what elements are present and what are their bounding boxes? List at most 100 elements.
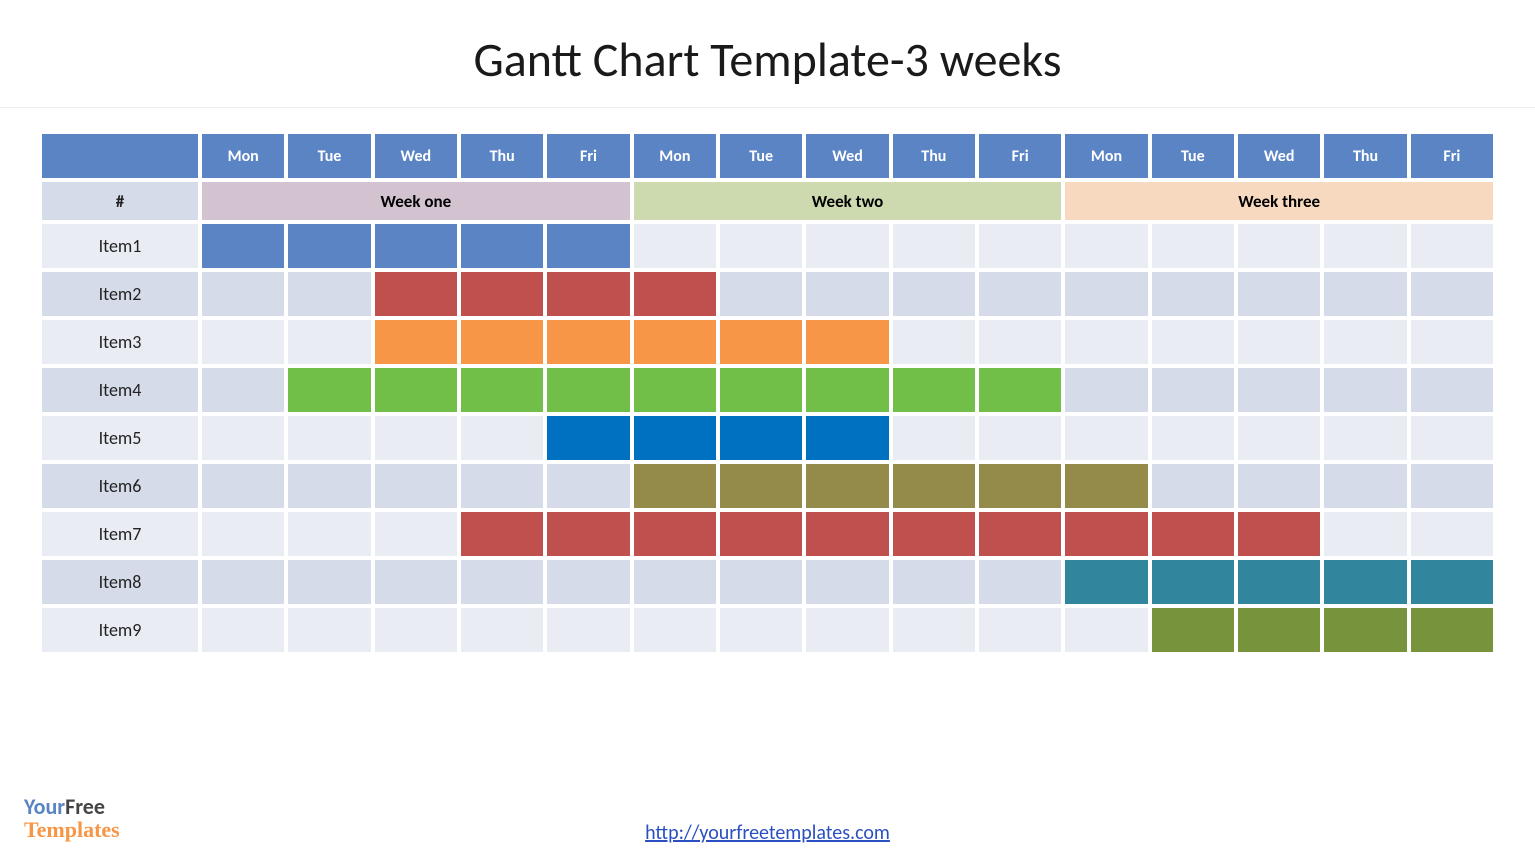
gantt-empty-cell: [200, 462, 286, 510]
week-label: Week one: [200, 180, 632, 222]
gantt-empty-cell: [804, 270, 890, 318]
gantt-bar-cell: [545, 270, 631, 318]
gantt-empty-cell: [1063, 222, 1149, 270]
gantt-bar-cell: [1063, 558, 1149, 606]
gantt-empty-cell: [1063, 606, 1149, 654]
gantt-empty-cell: [200, 606, 286, 654]
item-label: Item1: [40, 222, 200, 270]
gantt-bar-cell: [1063, 462, 1149, 510]
gantt-empty-cell: [891, 558, 977, 606]
gantt-empty-cell: [1063, 414, 1149, 462]
gantt-empty-cell: [286, 318, 372, 366]
day-header: Wed: [1236, 132, 1322, 180]
gantt-empty-cell: [1322, 270, 1408, 318]
gantt-empty-cell: [891, 606, 977, 654]
gantt-empty-cell: [1409, 270, 1495, 318]
gantt-empty-cell: [1236, 222, 1322, 270]
item-label: Item9: [40, 606, 200, 654]
gantt-empty-cell: [1409, 414, 1495, 462]
gantt-bar-cell: [891, 462, 977, 510]
gantt-empty-cell: [1150, 270, 1236, 318]
gantt-empty-cell: [718, 558, 804, 606]
header-blank: [40, 132, 200, 180]
gantt-empty-cell: [1322, 462, 1408, 510]
gantt-empty-cell: [1150, 414, 1236, 462]
item-label: Item7: [40, 510, 200, 558]
gantt-bar-cell: [459, 222, 545, 270]
gantt-bar-cell: [804, 462, 890, 510]
gantt-empty-cell: [286, 462, 372, 510]
gantt-bar-cell: [1236, 558, 1322, 606]
gantt-bar-cell: [804, 414, 890, 462]
logo-word-free: Free: [65, 793, 105, 820]
gantt-bar-cell: [632, 270, 718, 318]
gantt-bar-cell: [459, 366, 545, 414]
day-header: Mon: [200, 132, 286, 180]
gantt-empty-cell: [373, 606, 459, 654]
week-label: Week three: [1063, 180, 1495, 222]
gantt-empty-cell: [891, 222, 977, 270]
gantt-bar-cell: [200, 222, 286, 270]
gantt-empty-cell: [1236, 270, 1322, 318]
gantt-bar-cell: [373, 366, 459, 414]
gantt-bar-cell: [1150, 558, 1236, 606]
gantt-bar-cell: [545, 222, 631, 270]
gantt-empty-cell: [1322, 318, 1408, 366]
gantt-bar-cell: [632, 318, 718, 366]
gantt-empty-cell: [373, 558, 459, 606]
gantt-bar-cell: [373, 318, 459, 366]
day-header: Fri: [1409, 132, 1495, 180]
gantt-bar-cell: [1322, 606, 1408, 654]
item-label: Item8: [40, 558, 200, 606]
gantt-bar-cell: [1150, 510, 1236, 558]
gantt-empty-cell: [891, 318, 977, 366]
gantt-empty-cell: [1322, 222, 1408, 270]
gantt-empty-cell: [286, 558, 372, 606]
gantt-empty-cell: [459, 558, 545, 606]
gantt-bar-cell: [804, 318, 890, 366]
page-title: Gantt Chart Template-3 weeks: [0, 0, 1535, 107]
gantt-empty-cell: [459, 414, 545, 462]
day-header: Wed: [373, 132, 459, 180]
gantt-empty-cell: [459, 606, 545, 654]
gantt-empty-cell: [977, 414, 1063, 462]
day-header: Wed: [804, 132, 890, 180]
gantt-empty-cell: [1150, 366, 1236, 414]
gantt-empty-cell: [1063, 270, 1149, 318]
gantt-empty-cell: [1409, 366, 1495, 414]
gantt-bar-cell: [977, 462, 1063, 510]
gantt-bar-cell: [373, 270, 459, 318]
gantt-bar-cell: [718, 366, 804, 414]
item-label: Item2: [40, 270, 200, 318]
gantt-bar-cell: [804, 510, 890, 558]
gantt-bar-cell: [632, 414, 718, 462]
gantt-empty-cell: [977, 318, 1063, 366]
gantt-empty-cell: [200, 558, 286, 606]
gantt-empty-cell: [1322, 510, 1408, 558]
gantt-empty-cell: [1236, 366, 1322, 414]
gantt-bar-cell: [545, 318, 631, 366]
footer-link[interactable]: http://yourfreetemplates.com: [645, 821, 890, 845]
gantt-empty-cell: [977, 270, 1063, 318]
gantt-empty-cell: [286, 606, 372, 654]
gantt-bar-cell: [1409, 558, 1495, 606]
divider: [0, 107, 1535, 108]
gantt-bar-cell: [1063, 510, 1149, 558]
gantt-empty-cell: [632, 558, 718, 606]
gantt-bar-cell: [373, 222, 459, 270]
gantt-empty-cell: [804, 222, 890, 270]
gantt-empty-cell: [1063, 318, 1149, 366]
gantt-empty-cell: [977, 558, 1063, 606]
gantt-empty-cell: [200, 270, 286, 318]
day-header: Fri: [977, 132, 1063, 180]
gantt-bar-cell: [545, 510, 631, 558]
gantt-bar-cell: [1322, 558, 1408, 606]
gantt-bar-cell: [459, 510, 545, 558]
gantt-bar-cell: [891, 366, 977, 414]
logo-word-your: Your: [24, 793, 65, 820]
gantt-empty-cell: [1150, 318, 1236, 366]
gantt-empty-cell: [545, 558, 631, 606]
gantt-empty-cell: [200, 414, 286, 462]
gantt-empty-cell: [200, 318, 286, 366]
gantt-bar-cell: [286, 366, 372, 414]
